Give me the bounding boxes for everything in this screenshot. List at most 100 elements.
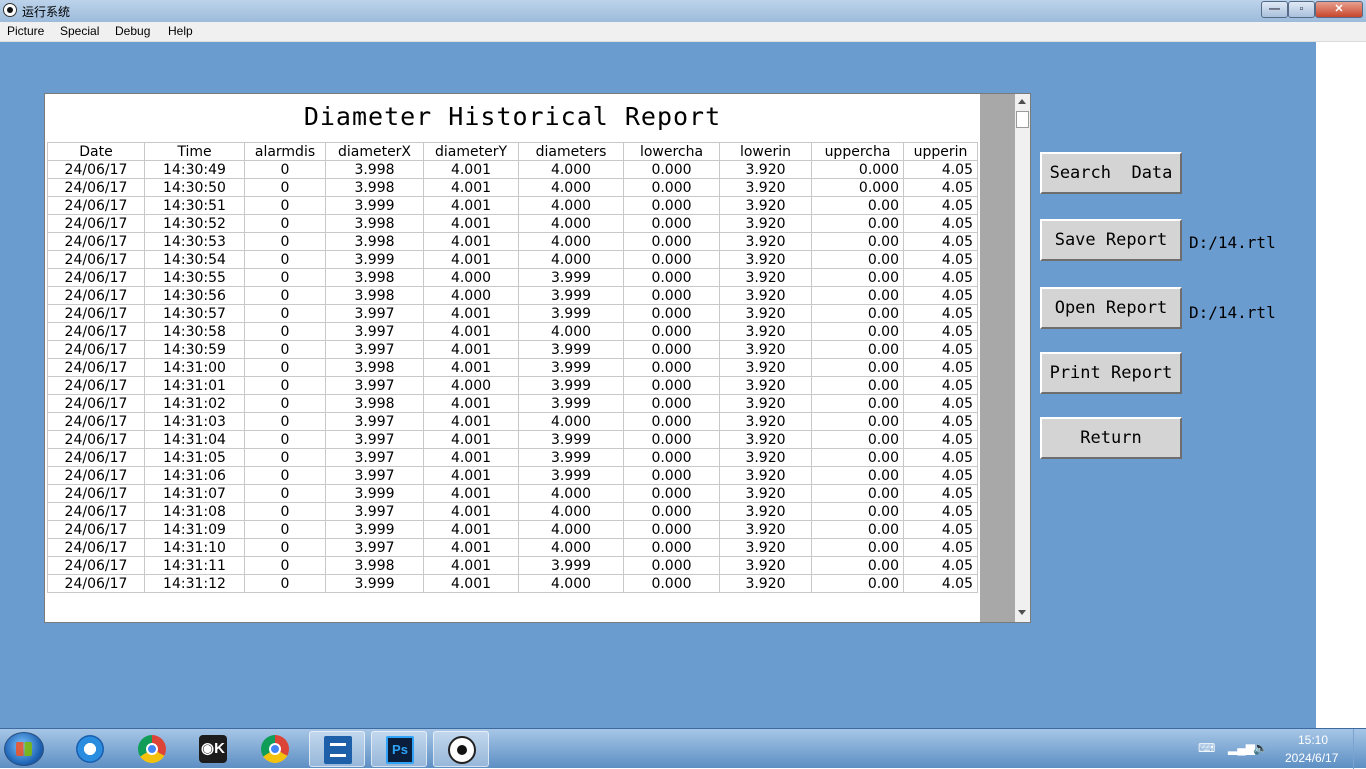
table-cell-uppercha: 0.00 [811, 502, 904, 521]
table-cell-time: 14:30:50 [144, 178, 245, 197]
column-header-diametery: diameterY [423, 142, 519, 161]
table-cell-time: 14:31:01 [144, 376, 245, 395]
print-report-button[interactable]: Print Report [1040, 352, 1182, 394]
table-row: 24/06/17 14:30:56 0 3.998 4.000 3.999 0.000 3.9… [47, 286, 978, 305]
start-button[interactable] [4, 732, 44, 766]
table-cell-diameters: 3.999 [518, 376, 624, 395]
volume-muted-icon[interactable]: 🔈 [1253, 741, 1268, 755]
return-button[interactable]: Return [1040, 417, 1182, 459]
table-row: 24/06/17 14:30:59 0 3.997 4.001 3.999 0.000 3.9… [47, 340, 978, 359]
show-desktop-button[interactable] [1353, 729, 1366, 769]
table-cell-diameters: 4.000 [518, 214, 624, 233]
table-cell-lowerin: 3.920 [719, 178, 812, 197]
menu-picture[interactable]: Picture [7, 24, 44, 38]
table-cell-uppercha: 0.00 [811, 484, 904, 503]
table-cell-lowerin: 3.920 [719, 358, 812, 377]
table-row: 24/06/17 14:30:53 0 3.998 4.001 4.000 0.000 3.9… [47, 232, 978, 251]
table-cell-uppercha: 0.00 [811, 214, 904, 233]
table-cell-time: 14:30:53 [144, 232, 245, 251]
table-cell-diameterx: 3.998 [325, 160, 424, 179]
menu-debug[interactable]: Debug [115, 24, 150, 38]
table-cell-diametery: 4.000 [423, 286, 519, 305]
table-cell-time: 14:30:51 [144, 196, 245, 215]
table-cell-time: 14:31:05 [144, 448, 245, 467]
table-cell-upperin: 4.05 [903, 232, 978, 251]
column-header-diameterx: diameterX [325, 142, 424, 161]
table-cell-lowerin: 3.920 [719, 466, 812, 485]
close-button[interactable]: ✕ [1315, 1, 1363, 18]
column-header-lowerin: lowerin [719, 142, 812, 161]
table-cell-lowercha: 0.000 [623, 160, 720, 179]
table-cell-lowerin: 3.920 [719, 196, 812, 215]
taskbar-app-chrome[interactable] [124, 731, 180, 767]
table-cell-upperin: 4.05 [903, 574, 978, 593]
table-cell-date: 24/06/17 [47, 520, 145, 539]
table-cell-diameters: 3.999 [518, 304, 624, 323]
table-cell-date: 24/06/17 [47, 340, 145, 359]
table-cell-uppercha: 0.00 [811, 448, 904, 467]
table-cell-lowercha: 0.000 [623, 340, 720, 359]
table-cell-uppercha: 0.00 [811, 322, 904, 341]
table-cell-time: 14:31:07 [144, 484, 245, 503]
taskbar-app-chrome-2[interactable] [247, 731, 303, 767]
table-cell-lowerin: 3.920 [719, 160, 812, 179]
open-report-button[interactable]: Open Report [1040, 287, 1182, 329]
table-cell-diameterx: 3.998 [325, 268, 424, 287]
report-scrollbar[interactable] [1015, 94, 1030, 622]
taskbar-app-obs[interactable]: ◉K [185, 731, 241, 767]
table-cell-diameterx: 3.997 [325, 430, 424, 449]
taskbar-app-ie[interactable] [62, 731, 118, 767]
minimize-button[interactable]: — [1261, 1, 1288, 18]
search-data-button[interactable]: Search Data [1040, 152, 1182, 194]
column-header-lowercha: lowercha [623, 142, 720, 161]
table-cell-diameterx: 3.999 [325, 574, 424, 593]
menu-special[interactable]: Special [60, 24, 99, 38]
scroll-thumb[interactable] [1016, 111, 1029, 128]
clock-time[interactable]: 15:10 [1298, 733, 1328, 747]
table-cell-diameters: 4.000 [518, 412, 624, 431]
column-header-alarmdis: alarmdis [244, 142, 326, 161]
table-cell-diameterx: 3.999 [325, 250, 424, 269]
table-cell-upperin: 4.05 [903, 376, 978, 395]
save-report-button[interactable]: Save Report [1040, 219, 1182, 261]
keyboard-icon[interactable]: ⌨ [1198, 741, 1215, 755]
table-cell-diametery: 4.001 [423, 340, 519, 359]
table-cell-lowercha: 0.000 [623, 520, 720, 539]
taskbar: ◉K Ps ⌨ ▂▄▆ 🔈 15:10 2024/6/17 [0, 728, 1366, 769]
scroll-up-arrow-icon[interactable] [1018, 99, 1026, 104]
table-cell-diameters: 4.000 [518, 574, 624, 593]
table-cell-uppercha: 0.00 [811, 358, 904, 377]
table-cell-diametery: 4.001 [423, 484, 519, 503]
table-cell-lowerin: 3.920 [719, 304, 812, 323]
table-cell-uppercha: 0.00 [811, 268, 904, 287]
network-signal-icon[interactable]: ▂▄▆ [1228, 741, 1255, 755]
window-title-bar[interactable]: 运行系统 — ▫ ✕ [0, 0, 1366, 22]
table-row: 24/06/17 14:31:05 0 3.997 4.001 3.999 0.000 3.9… [47, 448, 978, 467]
table-cell-date: 24/06/17 [47, 268, 145, 287]
taskbar-app-editor[interactable] [309, 731, 365, 767]
table-cell-date: 24/06/17 [47, 538, 145, 557]
column-header-time: Time [144, 142, 245, 161]
table-cell-alarmdis: 0 [244, 430, 326, 449]
table-cell-date: 24/06/17 [47, 448, 145, 467]
taskbar-app-runtime[interactable] [433, 731, 489, 767]
clock-date[interactable]: 2024/6/17 [1285, 751, 1338, 765]
table-cell-lowercha: 0.000 [623, 358, 720, 377]
table-cell-date: 24/06/17 [47, 304, 145, 323]
table-cell-date: 24/06/17 [47, 556, 145, 575]
taskbar-app-photoshop[interactable]: Ps [371, 731, 427, 767]
table-cell-diameterx: 3.997 [325, 538, 424, 557]
table-cell-diameterx: 3.998 [325, 286, 424, 305]
table-cell-upperin: 4.05 [903, 484, 978, 503]
table-cell-upperin: 4.05 [903, 412, 978, 431]
table-cell-diameterx: 3.999 [325, 484, 424, 503]
table-cell-alarmdis: 0 [244, 322, 326, 341]
scroll-down-arrow-icon[interactable] [1018, 610, 1026, 615]
table-cell-lowerin: 3.920 [719, 412, 812, 431]
table-cell-uppercha: 0.00 [811, 376, 904, 395]
table-cell-diameters: 4.000 [518, 250, 624, 269]
table-cell-lowercha: 0.000 [623, 412, 720, 431]
menu-help[interactable]: Help [168, 24, 193, 38]
table-row: 24/06/17 14:30:50 0 3.998 4.001 4.000 0.000 3.9… [47, 178, 978, 197]
maximize-button[interactable]: ▫ [1288, 1, 1315, 18]
